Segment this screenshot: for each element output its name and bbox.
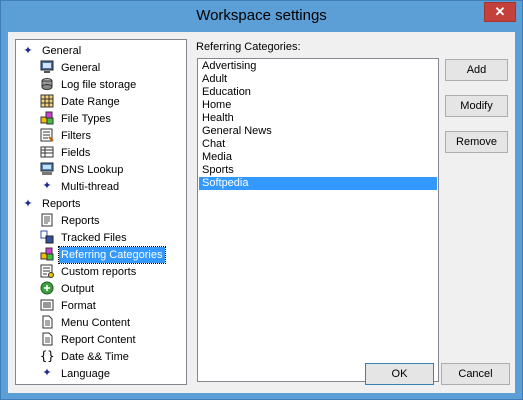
diamond-icon: ✦: [23, 198, 33, 210]
settings-tree[interactable]: ✦ General General Log file storage Date Rang…: [15, 39, 187, 385]
referring-categories-label: Referring Categories:: [196, 41, 301, 53]
tree-item-label: Report Content: [61, 334, 136, 346]
document-icon: [40, 332, 54, 346]
tree-item-dns-lookup[interactable]: DNS Lookup: [40, 162, 125, 178]
referring-categories-list[interactable]: Advertising Adult Education Home Health Gener…: [197, 58, 439, 382]
category-list-item[interactable]: Media: [199, 151, 437, 164]
tree-group-label: General: [42, 45, 82, 57]
tree-item-general[interactable]: General: [40, 60, 102, 76]
output-icon: [40, 281, 54, 295]
format-icon: [40, 298, 54, 312]
cancel-button[interactable]: Cancel: [441, 363, 510, 385]
tracked-files-icon: [40, 230, 54, 244]
tree-group-label: Reports: [42, 198, 81, 210]
category-list-item[interactable]: Softpedia: [199, 177, 437, 190]
tree-item-label: Format: [61, 300, 96, 312]
tree-item-label: Date Range: [61, 96, 120, 108]
tree-item-label: Custom reports: [61, 266, 137, 278]
category-list-item[interactable]: Sports: [199, 164, 437, 177]
tree-item-label: Referring Categories: [58, 246, 166, 264]
title-bar[interactable]: Workspace settings ✕: [1, 1, 522, 33]
filter-icon: [40, 128, 54, 142]
custom-reports-icon: [40, 264, 54, 279]
tree-item-file-types[interactable]: File Types: [40, 111, 113, 127]
category-list-item[interactable]: Education: [199, 86, 437, 99]
disk-icon: [40, 77, 54, 91]
tree-item-label: Date && Time: [61, 351, 129, 363]
tree-item-date-range[interactable]: Date Range: [40, 94, 122, 110]
file-types-icon: [40, 111, 54, 125]
tree-group-reports[interactable]: ✦ Reports: [22, 196, 83, 212]
tree-item-label: Tracked Files: [61, 232, 127, 244]
tree-item-label: Reports: [61, 215, 100, 227]
tree-item-multi-thread[interactable]: ✦ Multi-thread: [40, 179, 121, 195]
categories-icon: [40, 247, 54, 261]
tree-item-tracked-files[interactable]: Tracked Files: [40, 230, 129, 246]
tree-item-reports[interactable]: Reports: [40, 213, 102, 229]
tree-item-label: Log file storage: [61, 79, 137, 91]
tree-item-format[interactable]: Format: [40, 298, 98, 314]
tree-item-label: General: [61, 62, 101, 74]
category-list-item[interactable]: Health: [199, 112, 437, 125]
document-icon: [40, 315, 54, 329]
tree-item-label: Menu Content: [61, 317, 131, 329]
tree-item-date-time[interactable]: {} Date && Time: [40, 349, 131, 365]
svg-text:{}: {}: [40, 349, 54, 363]
fields-icon: [40, 145, 54, 159]
tree-item-custom-reports[interactable]: Custom reports: [40, 264, 138, 280]
tree-group-general[interactable]: ✦ General: [22, 43, 83, 59]
calendar-icon: [40, 94, 54, 108]
tree-item-label: Output: [61, 283, 95, 295]
dialog-client-area: ✦ General General Log file storage Date Rang…: [8, 32, 515, 393]
workspace-settings-window: Workspace settings ✕ ✦ General General Log …: [0, 0, 523, 400]
tree-item-language[interactable]: ✦ Language: [40, 366, 112, 382]
close-button[interactable]: ✕: [484, 2, 516, 22]
diamond-icon: ✦: [23, 45, 33, 57]
category-list-item[interactable]: Chat: [199, 138, 437, 151]
computer-icon: [40, 60, 54, 74]
tree-item-log-file-storage[interactable]: Log file storage: [40, 77, 138, 93]
reports-icon: [40, 213, 54, 227]
tree-item-referring-categories[interactable]: Referring Categories: [40, 246, 166, 264]
ok-button[interactable]: OK: [365, 363, 434, 385]
tree-item-label: Language: [61, 368, 110, 380]
tree-item-filters[interactable]: Filters: [40, 128, 93, 144]
add-button[interactable]: Add: [445, 59, 508, 81]
tree-item-fields[interactable]: Fields: [40, 145, 92, 161]
braces-icon: {}: [40, 349, 54, 363]
remove-button[interactable]: Remove: [445, 131, 508, 153]
category-list-item[interactable]: Home: [199, 99, 437, 112]
tree-item-label: Filters: [61, 130, 91, 142]
dns-icon: [40, 162, 54, 176]
tree-item-label: Multi-thread: [61, 181, 120, 193]
category-list-item[interactable]: General News: [199, 125, 437, 138]
window-title: Workspace settings: [196, 7, 327, 24]
category-list-item[interactable]: Adult: [199, 73, 437, 86]
tree-item-label: File Types: [61, 113, 111, 125]
tree-item-label: DNS Lookup: [61, 164, 124, 176]
category-list-item[interactable]: Advertising: [199, 60, 437, 73]
tree-item-menu-content[interactable]: Menu Content: [40, 315, 132, 331]
modify-button[interactable]: Modify: [445, 95, 508, 117]
tree-item-output[interactable]: Output: [40, 281, 96, 297]
tree-item-label: Fields: [61, 147, 91, 159]
diamond-icon: ✦: [42, 367, 52, 380]
tree-item-report-content[interactable]: Report Content: [40, 332, 138, 348]
diamond-icon: ✦: [42, 180, 52, 193]
